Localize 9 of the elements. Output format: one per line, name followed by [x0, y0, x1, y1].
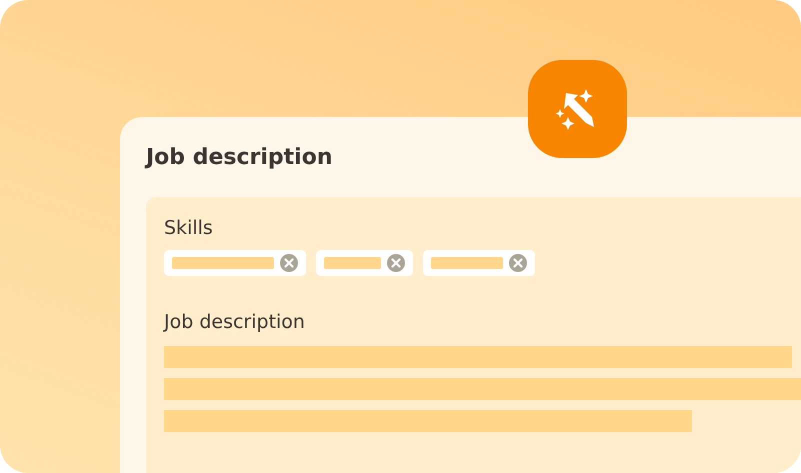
panel-title: Job description: [146, 144, 334, 172]
remove-icon[interactable]: [509, 254, 527, 272]
magic-wand-button[interactable]: [528, 60, 627, 158]
description-label: Job description: [164, 310, 306, 335]
skills-label: Skills: [164, 216, 214, 241]
remove-icon[interactable]: [280, 254, 298, 272]
tag-placeholder-bar: [324, 257, 381, 269]
tag-placeholder-bar: [431, 257, 503, 269]
remove-icon[interactable]: [387, 254, 405, 272]
